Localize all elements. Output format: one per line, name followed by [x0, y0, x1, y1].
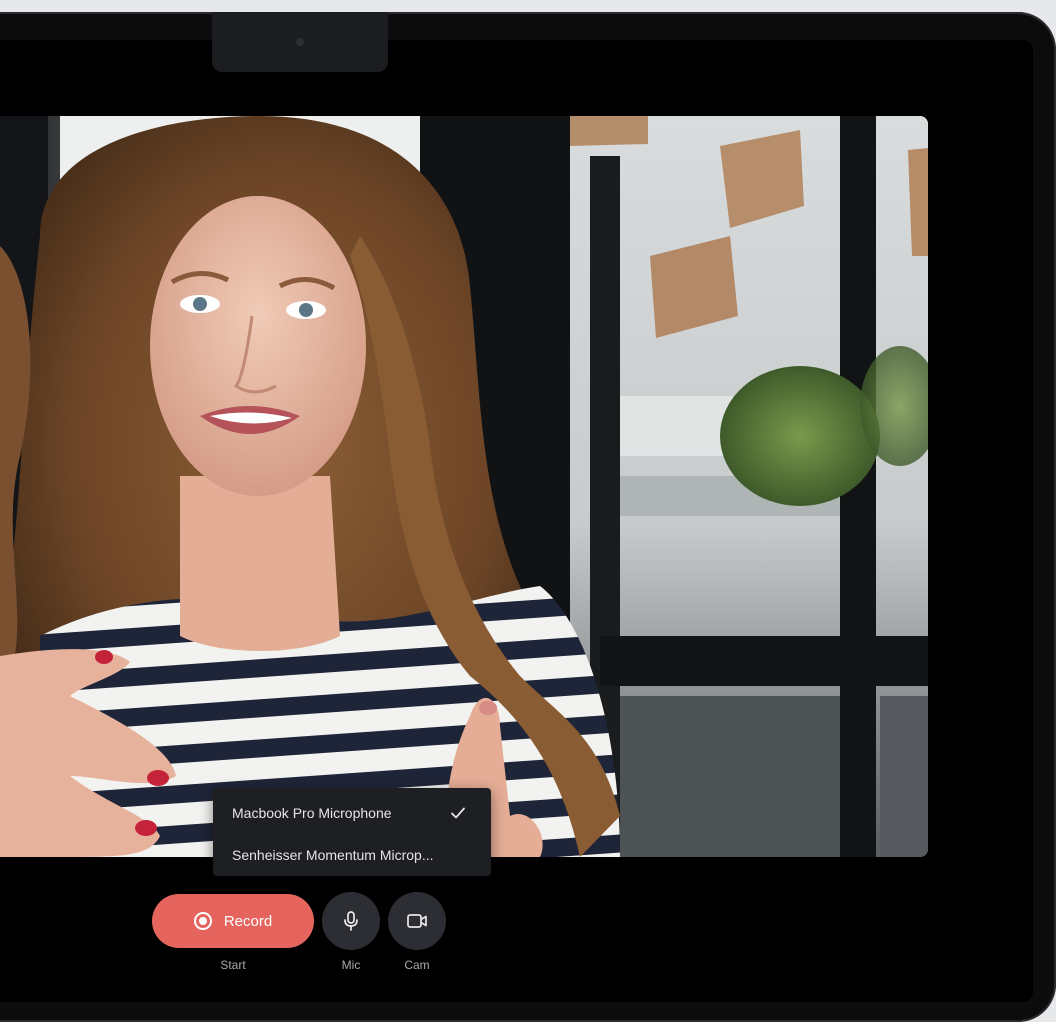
webcam-notch — [212, 12, 388, 72]
video-camera-icon — [407, 914, 427, 928]
microphone-icon — [344, 911, 358, 931]
mic-option-macbook[interactable]: Macbook Pro Microphone — [213, 793, 491, 833]
cam-caption: Cam — [404, 958, 430, 972]
record-button[interactable]: Record — [152, 894, 314, 948]
video-preview — [0, 116, 928, 857]
record-caption: Start — [220, 958, 246, 972]
mic-button[interactable] — [322, 892, 380, 950]
check-icon — [451, 807, 465, 819]
mic-option-senheisser[interactable]: Senheisser Momentum Microp... — [213, 835, 491, 875]
webcam-lens-icon — [296, 38, 304, 46]
record-dot-icon — [193, 912, 212, 930]
video-feed-image — [0, 116, 928, 857]
microphone-menu: Macbook Pro Microphone Senheisser Moment… — [213, 788, 491, 876]
controls-bar: Record Start Mic Cam — [0, 880, 1056, 1002]
record-label: Record — [223, 912, 273, 930]
mic-option-label: Macbook Pro Microphone — [232, 805, 392, 821]
cam-button[interactable] — [388, 892, 446, 950]
mic-option-label: Senheisser Momentum Microp... — [232, 847, 434, 863]
